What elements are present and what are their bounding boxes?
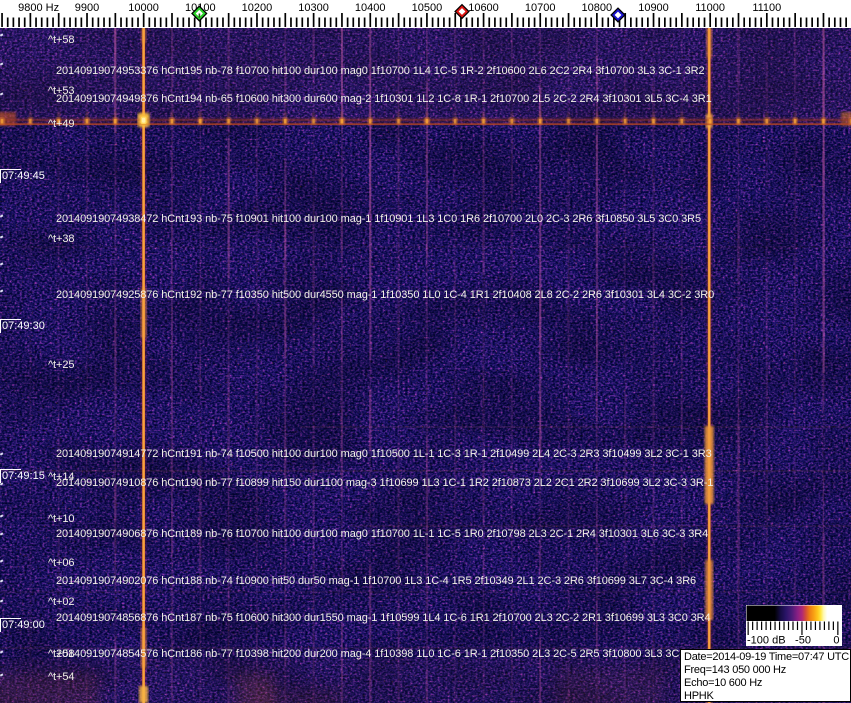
svg-text:10900: 10900 [638, 2, 669, 14]
svg-text:10600: 10600 [468, 2, 499, 14]
svg-text:10400: 10400 [355, 2, 386, 14]
svg-text:11000: 11000 [695, 2, 725, 14]
svg-text:0: 0 [833, 635, 839, 647]
svg-text:10700: 10700 [525, 2, 556, 14]
svg-text:10300: 10300 [298, 2, 329, 14]
svg-text:10500: 10500 [412, 2, 443, 14]
svg-text:10200: 10200 [242, 2, 273, 14]
svg-text:-50: -50 [795, 635, 811, 647]
svg-text:9800 Hz: 9800 Hz [18, 2, 59, 14]
svg-text:-100 dB: -100 dB [747, 635, 786, 647]
svg-text:10000: 10000 [128, 2, 159, 14]
svg-text:10800: 10800 [582, 2, 613, 14]
svg-text:11100: 11100 [752, 2, 781, 14]
svg-text:9900: 9900 [75, 2, 99, 14]
